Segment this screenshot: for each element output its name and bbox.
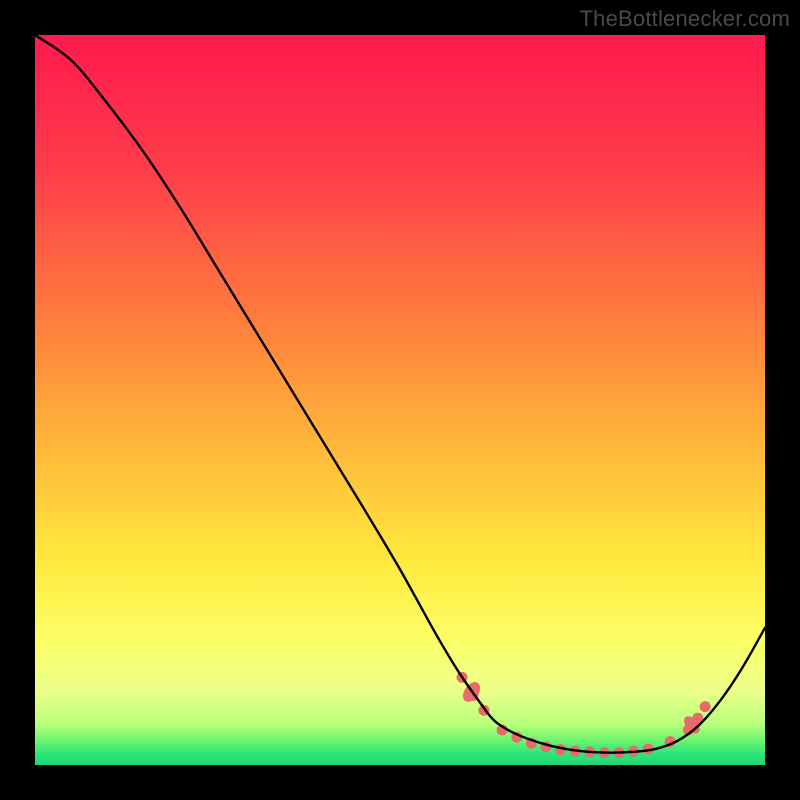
watermark-text: TheBottlenecker.com — [580, 6, 790, 32]
bottleneck-curve — [35, 35, 765, 753]
curve-layer — [35, 35, 765, 765]
highlight-markers — [457, 672, 711, 758]
chart-frame: TheBottlenecker.com — [0, 0, 800, 800]
highlight-markers-big — [459, 679, 703, 736]
highlight-dot — [700, 701, 711, 712]
